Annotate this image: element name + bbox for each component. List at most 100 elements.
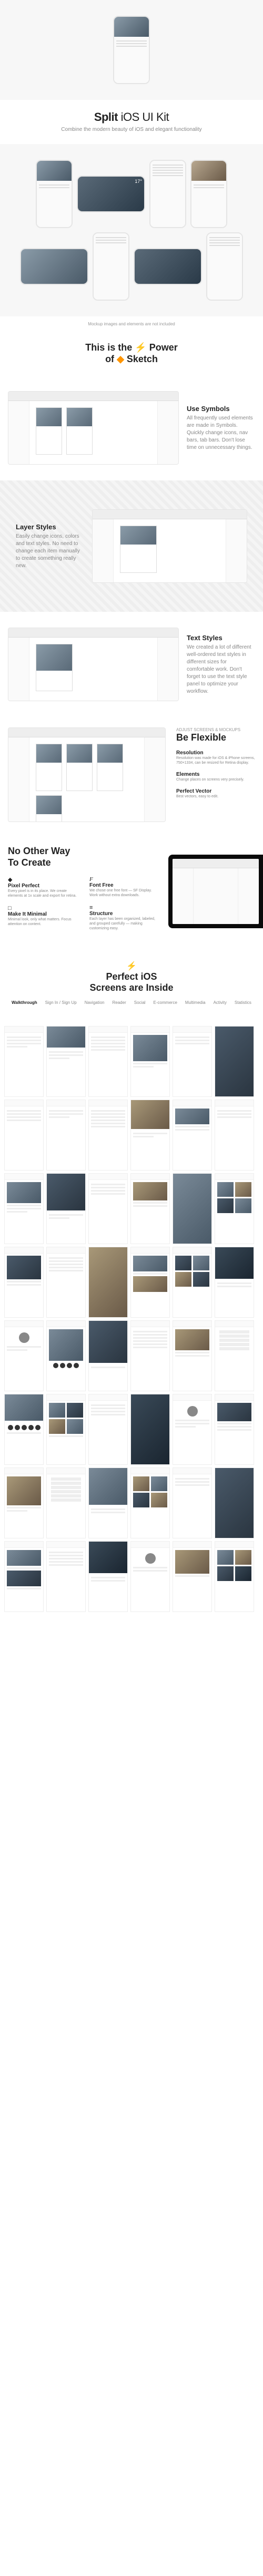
sketch-window	[8, 628, 179, 701]
feature-textstyles: Text Styles We created a lot of differen…	[0, 612, 263, 717]
hero-title-block: Split iOS UI Kit Combine the modern beau…	[0, 100, 263, 144]
screen-thumb	[88, 1320, 128, 1391]
laptop-mockup	[168, 855, 263, 928]
feature-title: Layer Styles	[16, 523, 84, 531]
sketch-heading: This is the ⚡ Power of ◆ Sketch	[8, 342, 255, 365]
screen-thumb	[173, 1247, 212, 1318]
screen-thumb	[4, 1100, 44, 1171]
screen-thumb	[4, 1467, 44, 1538]
screen-thumb	[130, 1467, 170, 1538]
feature-desc: Easily change icons, colors and text sty…	[16, 533, 84, 570]
feat-name: Structure	[89, 911, 160, 917]
nav-item[interactable]: Navigation	[85, 1000, 105, 1005]
feature-desc: We created a lot of different well-order…	[187, 644, 255, 695]
phone-mockup	[149, 160, 186, 228]
screen-thumb	[215, 1173, 254, 1244]
sketch-window	[8, 391, 179, 465]
screen-thumb	[46, 1100, 86, 1171]
feature-symbols: Use Symbols All frequently used elements…	[0, 375, 263, 480]
screen-thumb	[4, 1541, 44, 1612]
feat-name: Pixel Perfect	[8, 883, 79, 889]
screen-thumb	[4, 1247, 44, 1318]
feat-name: Font Free	[89, 882, 160, 888]
phone-mockup	[36, 160, 73, 228]
screen-thumb	[46, 1247, 86, 1318]
feat-desc: Best vectors, easy to edit.	[176, 794, 255, 799]
screen-thumb	[88, 1247, 128, 1318]
nav-item[interactable]: Reader	[113, 1000, 126, 1005]
nav-item[interactable]: E-commerce	[154, 1000, 177, 1005]
phone-mockup	[206, 232, 243, 301]
minimal-icon: □	[8, 905, 79, 911]
section-kicker: ADJUST SCREENS & MOCKUPS	[176, 727, 255, 732]
feat-desc: Minimal look, only what matters. Focus a…	[8, 917, 79, 927]
hero-collage	[0, 0, 263, 100]
flexible-section: ADJUST SCREENS & MOCKUPS Be Flexible Res…	[0, 717, 263, 833]
feat-desc: Resolution was made for iOS & iPhone scr…	[176, 756, 255, 765]
product-subtitle: Combine the modern beauty of iOS and ele…	[8, 126, 255, 134]
section-title: Perfect iOS Screens are Inside	[8, 971, 255, 994]
screen-thumb	[173, 1467, 212, 1538]
feat-desc: Change places on screens very precisely.	[176, 777, 255, 782]
nav-item[interactable]: Social	[134, 1000, 146, 1005]
section-title: No Other WayTo Create	[8, 846, 160, 868]
screen-thumb	[88, 1541, 128, 1612]
screen-thumb	[215, 1541, 254, 1612]
sketch-window	[8, 727, 166, 822]
sketch-heading-block: This is the ⚡ Power of ◆ Sketch	[0, 332, 263, 375]
screen-thumb	[4, 1320, 44, 1391]
feature-title: Text Styles	[187, 634, 255, 642]
section-title: Be Flexible	[176, 732, 255, 744]
nav-item[interactable]: Walkthrough	[12, 1000, 37, 1005]
screen-thumb	[173, 1026, 212, 1097]
category-nav: Walkthrough Sign In / Sign Up Navigation…	[8, 1000, 255, 1005]
feature-desc: All frequently used elements are made in…	[187, 415, 255, 451]
screen-thumb	[130, 1541, 170, 1612]
screen-thumb	[46, 1173, 86, 1244]
screen-thumb	[130, 1173, 170, 1244]
screen-thumb	[4, 1026, 44, 1097]
mockup-disclaimer: Mockup images and elements are not inclu…	[0, 322, 263, 326]
phone-mockup-landscape	[20, 248, 88, 285]
screen-thumb	[130, 1320, 170, 1391]
screen-thumb	[173, 1394, 212, 1465]
diamond-icon: ◆	[117, 354, 124, 364]
screen-thumb	[4, 1394, 44, 1465]
screen-thumb	[46, 1394, 86, 1465]
phone-mockup	[93, 232, 129, 301]
sketch-window	[92, 509, 247, 583]
nav-item[interactable]: Activity	[214, 1000, 227, 1005]
phone-mockup	[113, 16, 150, 84]
screen-thumb	[215, 1026, 254, 1097]
screen-thumb	[173, 1173, 212, 1244]
screen-thumb	[215, 1467, 254, 1538]
screen-thumb	[173, 1541, 212, 1612]
screen-thumb	[130, 1026, 170, 1097]
nav-item[interactable]: Multimedia	[185, 1000, 206, 1005]
screen-thumb	[46, 1467, 86, 1538]
screen-thumb	[88, 1173, 128, 1244]
lightning-icon: ⚡	[135, 342, 146, 353]
product-title: Split iOS UI Kit	[8, 110, 255, 124]
phone-mockup	[190, 160, 227, 228]
font-icon: F	[89, 876, 160, 882]
screens-heading: ⚡ Perfect iOS Screens are Inside Walkthr…	[0, 950, 263, 1026]
lightning-icon: ⚡	[8, 961, 255, 971]
screen-thumb	[173, 1100, 212, 1171]
screen-thumb	[130, 1394, 170, 1465]
screen-thumb	[88, 1394, 128, 1465]
nav-item[interactable]: Statistics	[235, 1000, 251, 1005]
feat-name: Make It Minimal	[8, 911, 79, 917]
screen-thumb	[4, 1173, 44, 1244]
screen-thumb	[88, 1467, 128, 1538]
layer-styles-section: Layer Styles Easily change icons, colors…	[0, 480, 263, 612]
feat-name: Elements	[176, 772, 255, 777]
screen-thumb	[46, 1026, 86, 1097]
screens-grid	[0, 1026, 263, 1628]
screen-thumb	[88, 1026, 128, 1097]
screen-thumb	[215, 1100, 254, 1171]
hero-collage-grid: 17°	[0, 144, 263, 316]
screen-thumb	[46, 1320, 86, 1391]
structure-icon: ≡	[89, 905, 160, 911]
nav-item[interactable]: Sign In / Sign Up	[45, 1000, 77, 1005]
